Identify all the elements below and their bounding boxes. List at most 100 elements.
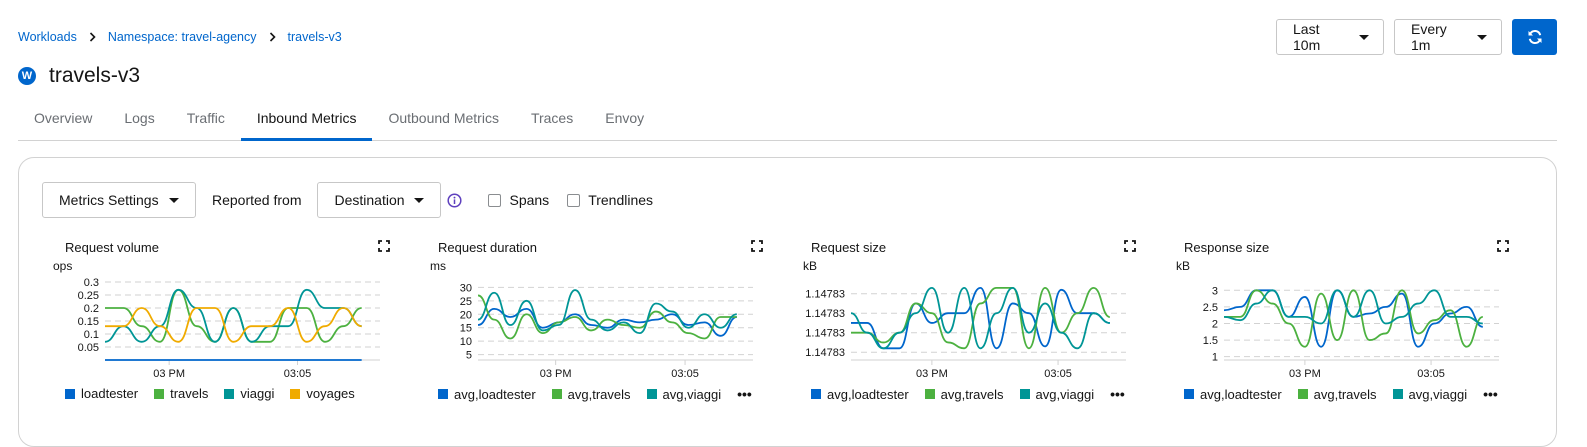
y-tick-label: 0.15 <box>78 316 99 328</box>
expand-icon[interactable] <box>1497 240 1509 252</box>
info-icon[interactable] <box>447 192 463 208</box>
spans-checkbox-box[interactable] <box>488 193 502 207</box>
expand-icon[interactable] <box>751 240 763 252</box>
expand-icon[interactable] <box>1124 240 1136 252</box>
series-line-avg-travels <box>851 286 1111 350</box>
y-tick-label: 0.3 <box>84 277 99 289</box>
x-tick-label: 03 PM <box>540 368 572 380</box>
chart-legend: loadtester travels viaggi voyages <box>65 386 371 401</box>
legend-item-avg-travels[interactable]: avg,travels <box>1297 387 1377 402</box>
legend-swatch <box>224 388 235 399</box>
caret-down-icon <box>414 197 425 203</box>
expand-icon[interactable] <box>378 240 390 252</box>
chart-unit: kB <box>803 259 818 273</box>
legend-item-avg-loadtester[interactable]: avg,loadtester <box>811 387 909 402</box>
tab-traces[interactable]: Traces <box>515 100 589 141</box>
series-line-viaggi <box>104 288 362 343</box>
reported-from-dropdown[interactable]: Destination <box>317 182 442 218</box>
y-tick-label: 1.14783 <box>805 308 845 320</box>
refresh-interval-value: Every 1m <box>1411 21 1447 53</box>
reported-from-value: Destination <box>334 192 405 208</box>
legend-label: avg,travels <box>940 386 1004 402</box>
legend-item-avg-travels[interactable]: avg,travels <box>924 386 1004 402</box>
x-tick-label: 03:05 <box>1417 368 1445 380</box>
legend-item-viaggi[interactable]: viaggi <box>224 386 274 401</box>
metrics-settings-dropdown[interactable]: Metrics Settings <box>42 182 196 218</box>
duration-dropdown[interactable]: Last 10m <box>1276 19 1384 55</box>
breadcrumb-namespace[interactable]: Namespace: travel-agency <box>108 30 257 44</box>
y-tick-label: 1.14783 <box>805 347 845 359</box>
tab-traffic[interactable]: Traffic <box>171 100 241 141</box>
tab-inbound-metrics[interactable]: Inbound Metrics <box>240 100 373 141</box>
request-duration-chart: Request duration ms 5 10 15 20 25 30 03 PM 03:0… <box>426 238 796 408</box>
legend-item-loadtester[interactable]: loadtester <box>65 386 138 401</box>
legend-swatch <box>1297 389 1308 399</box>
trendlines-checkbox-box[interactable] <box>567 193 581 207</box>
caret-down-icon <box>1359 34 1369 40</box>
breadcrumb-workloads[interactable]: Workloads <box>18 30 77 44</box>
series-line-voyages <box>105 307 362 343</box>
chart-unit: ops <box>53 259 73 273</box>
tab-outbound-metrics[interactable]: Outbound Metrics <box>372 100 515 141</box>
y-tick-label: 0.1 <box>84 329 99 341</box>
refresh-button[interactable] <box>1512 19 1557 55</box>
legend-item-avg-loadtester[interactable]: avg,loadtester <box>1184 387 1282 402</box>
y-tick-label: 2.5 <box>1203 302 1218 314</box>
y-tick-label: 30 <box>460 282 472 294</box>
legend-label: avg,travels <box>567 386 631 402</box>
legend-item-avg-viaggi[interactable]: avg,viaggi <box>1019 386 1095 402</box>
legend-swatch <box>1184 389 1194 399</box>
tab-envoy[interactable]: Envoy <box>589 100 660 141</box>
duration-value: Last 10m <box>1293 21 1321 53</box>
legend-item-avg-travels[interactable]: avg,travels <box>551 386 631 402</box>
x-tick-label: 03 PM <box>916 368 948 380</box>
spans-checkbox[interactable]: Spans <box>488 192 549 208</box>
y-tick-label: 5 <box>466 350 472 362</box>
chart-unit: kB <box>1176 259 1191 273</box>
legend-label: avg,viaggi <box>1408 386 1468 402</box>
response-size-chart: Response size kB 1 1.5 2 2.5 3 03 PM 03:05 avg… <box>1172 238 1542 408</box>
y-tick-label: 10 <box>460 336 472 348</box>
legend-label: loadtester <box>81 386 139 401</box>
metrics-toolbar: Metrics Settings Reported from Destinati… <box>42 182 653 218</box>
legend-label: avg,loadtester <box>827 386 909 402</box>
x-tick-label: 03 PM <box>153 368 185 380</box>
more-legend-button[interactable]: ••• <box>1483 386 1498 402</box>
tab-logs[interactable]: Logs <box>108 100 170 141</box>
y-tick-label: 1.14783 <box>805 328 845 340</box>
legend-swatch <box>924 389 935 399</box>
legend-label: viaggi <box>240 386 275 401</box>
more-legend-button[interactable]: ••• <box>1110 386 1125 402</box>
y-tick-label: 3 <box>1212 285 1218 297</box>
chart-unit: ms <box>430 259 446 273</box>
legend-label: voyages <box>306 386 355 401</box>
series-line-avg-viaggi <box>477 289 737 335</box>
request-volume-plot: 0.050.10.150.20.250.3 03 PM 03:05 <box>78 277 380 380</box>
legend-label: travels <box>170 386 209 401</box>
y-tick-label: 1.14783 <box>805 289 845 301</box>
legend-item-voyages[interactable]: voyages <box>290 386 355 401</box>
legend-swatch <box>646 389 657 399</box>
refresh-interval-dropdown[interactable]: Every 1m <box>1394 19 1502 55</box>
trendlines-checkbox[interactable]: Trendlines <box>567 192 653 208</box>
breadcrumb-current[interactable]: travels-v3 <box>288 30 342 44</box>
caret-down-icon <box>1477 34 1487 40</box>
legend-item-avg-viaggi[interactable]: avg,viaggi <box>646 387 721 402</box>
request-duration-plot: 5 1015 2025 30 03 PM 03:05 <box>460 282 753 380</box>
legend-swatch <box>65 388 75 399</box>
more-legend-button[interactable]: ••• <box>737 386 752 402</box>
page-title: travels-v3 <box>49 64 141 87</box>
tab-overview[interactable]: Overview <box>18 100 108 141</box>
legend-item-travels[interactable]: travels <box>154 386 208 401</box>
legend-item-avg-loadtester[interactable]: avg,loadtester <box>438 387 536 402</box>
legend-label: avg,viaggi <box>1035 386 1095 402</box>
x-tick-label: 03:05 <box>671 368 699 380</box>
chart-title: Request volume <box>65 240 159 255</box>
legend-label: avg,loadtester <box>454 386 536 402</box>
chart-title: Response size <box>1184 240 1270 255</box>
trendlines-label: Trendlines <box>588 192 654 208</box>
legend-swatch <box>1392 389 1403 399</box>
legend-item-avg-viaggi[interactable]: avg,viaggi <box>1392 386 1468 402</box>
y-tick-label: 20 <box>460 309 472 321</box>
y-tick-label: 2 <box>1212 318 1218 330</box>
